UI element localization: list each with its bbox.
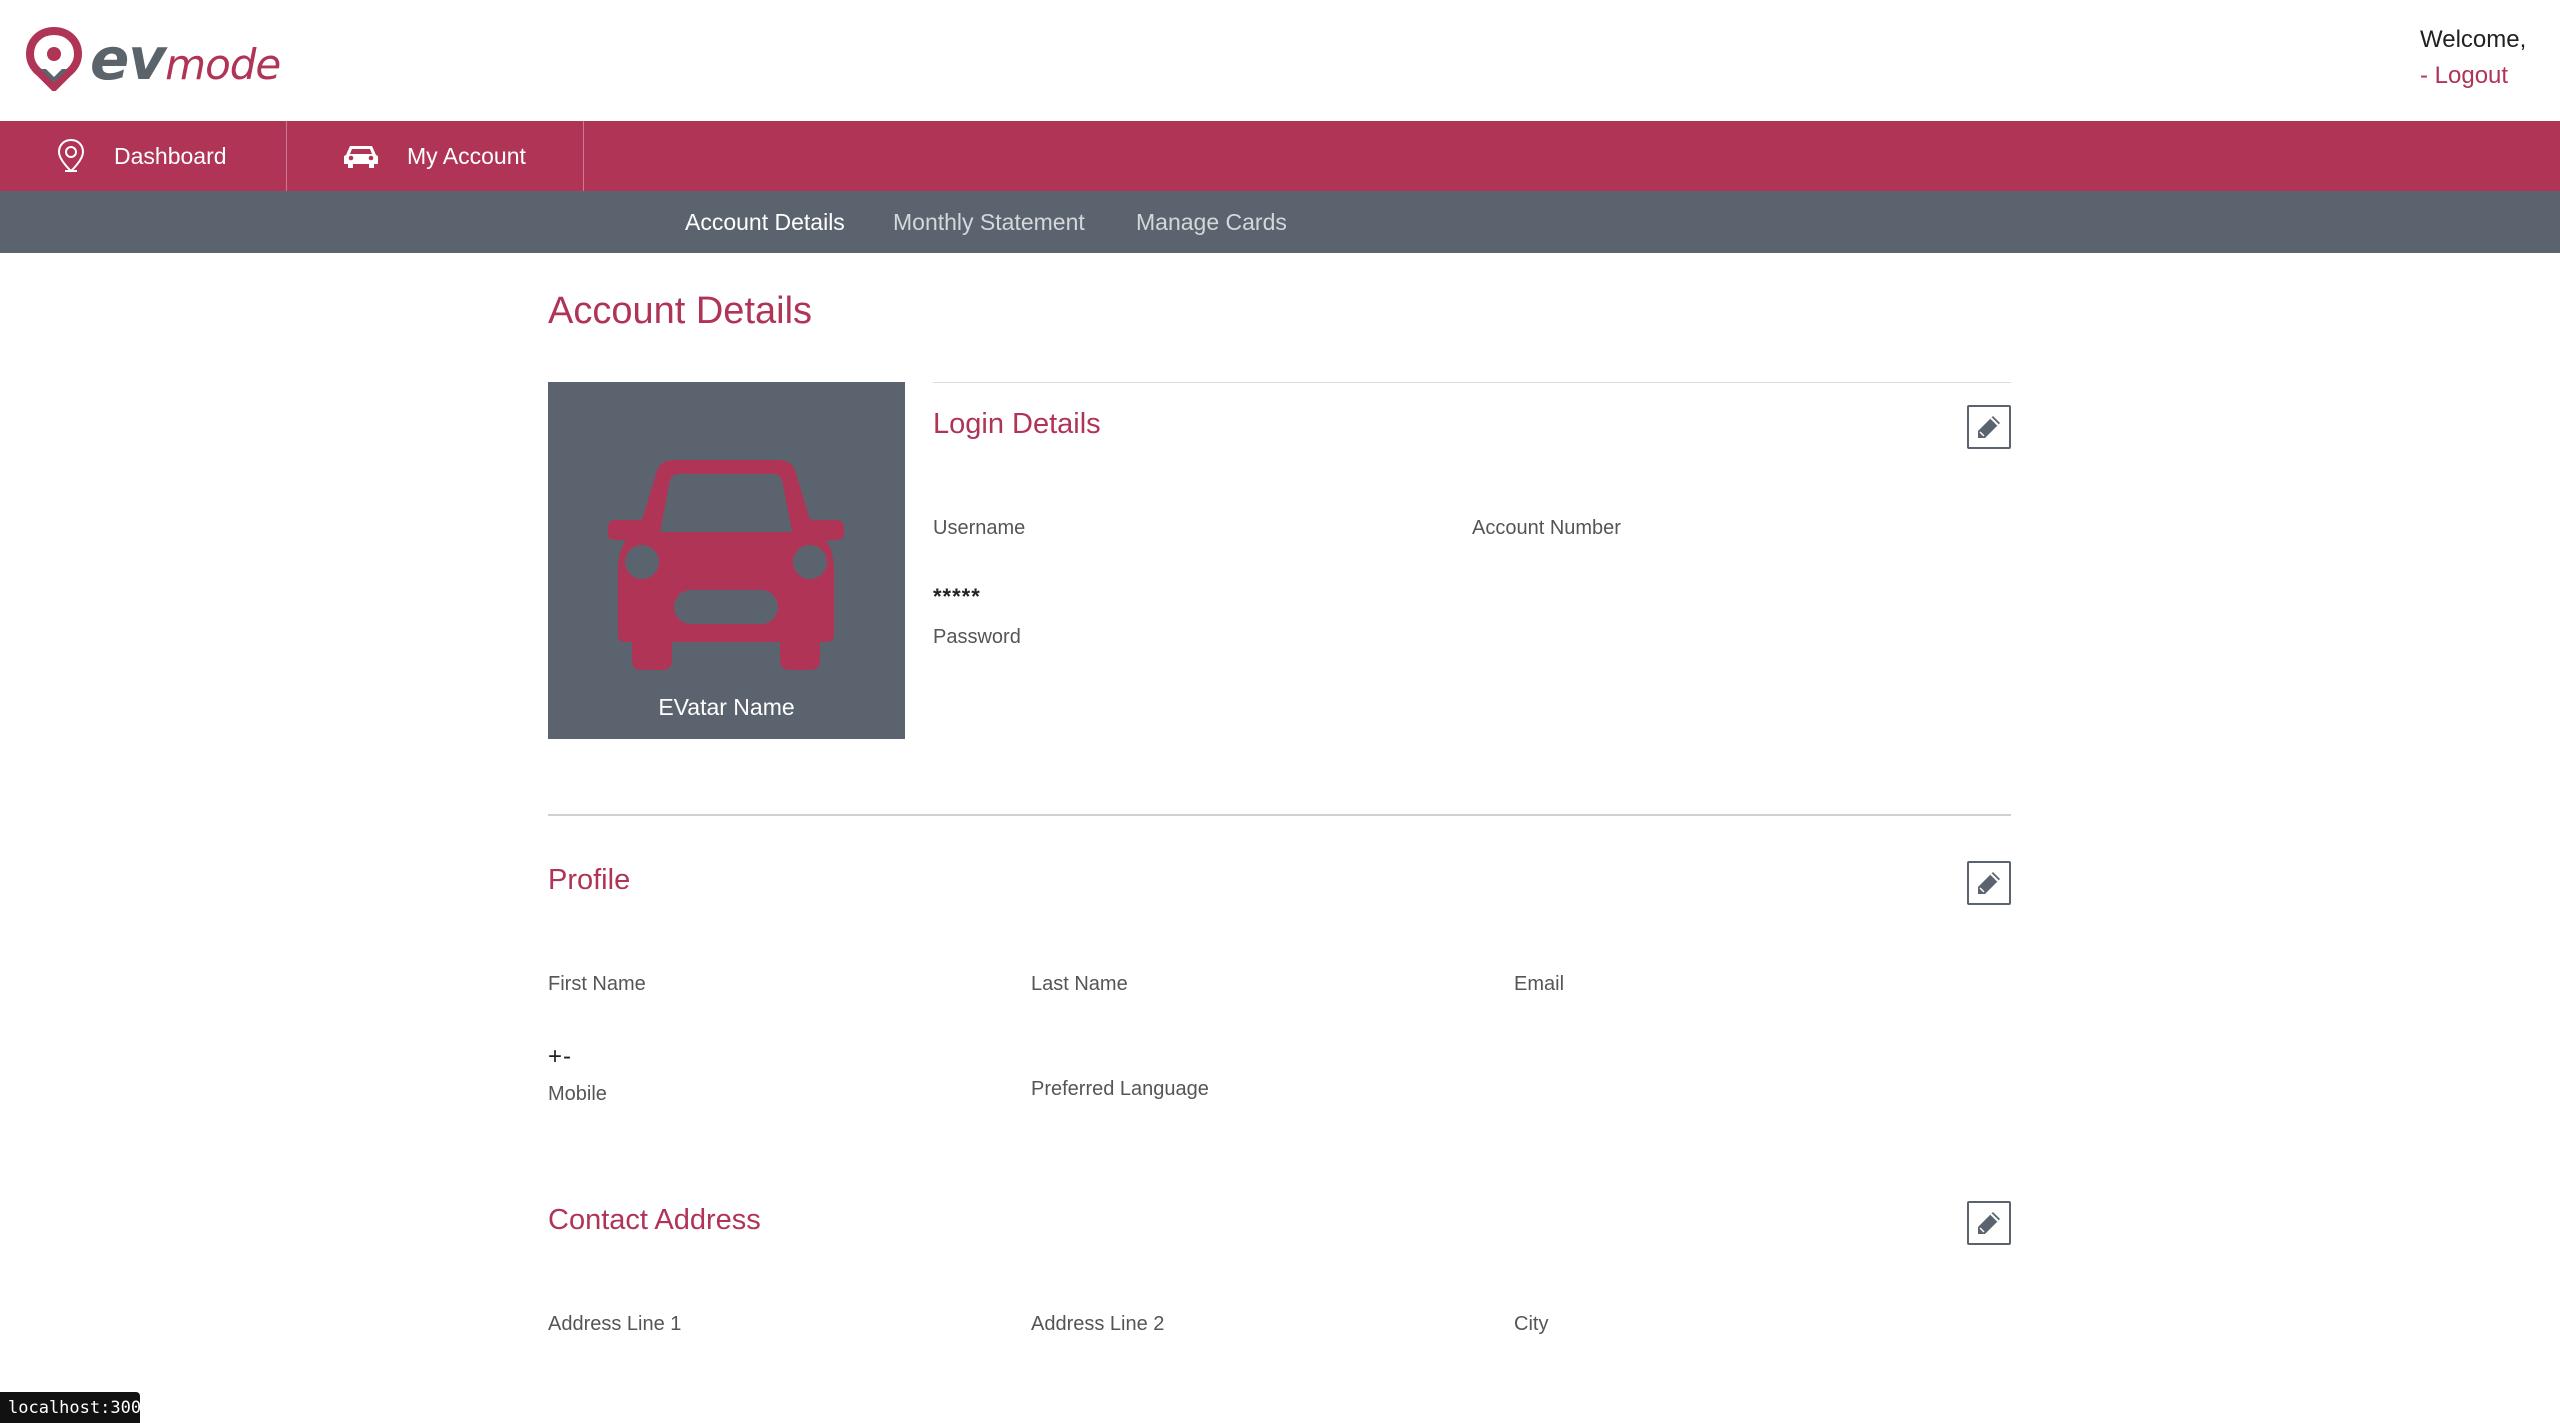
edit-profile-button[interactable] [1967,861,2011,905]
account-number-label: Account Number [1472,517,1621,539]
city-label: City [1514,1313,1549,1335]
page-title: Account Details [548,290,813,332]
car-icon [343,142,379,170]
pencil-icon [1978,416,2000,438]
preferred-language-label: Preferred Language [1031,1078,1209,1100]
profile-title: Profile [548,864,631,896]
pencil-icon [1978,1212,2000,1234]
address-line-1-label: Address Line 1 [548,1313,682,1335]
evatar-card: EVatar Name [548,382,905,739]
evatar-car-icon [608,460,844,670]
nav-my-account[interactable]: My Account [287,121,584,191]
tab-monthly-statement[interactable]: Monthly Statement [893,209,1085,236]
sub-nav: Account Details Monthly Statement Manage… [0,191,2560,253]
password-value: ***** [933,584,981,609]
main-nav: Dashboard My Account [0,121,2560,191]
tab-manage-cards[interactable]: Manage Cards [1136,209,1287,236]
tab-account-details[interactable]: Account Details [685,209,845,236]
nav-dashboard-label: Dashboard [114,142,227,169]
mobile-label: Mobile [548,1083,607,1105]
address-line-2-label: Address Line 2 [1031,1313,1165,1335]
edit-login-button[interactable] [1967,405,2011,449]
email-label: Email [1514,973,1565,995]
browser-status-url: localhost:3000 [0,1392,151,1423]
password-label: Password [933,626,1021,648]
divider [933,382,2011,383]
pencil-icon [1978,872,2000,894]
first-name-label: First Name [548,973,646,995]
logo-wordmark: evmode [90,25,281,93]
edit-contact-address-button[interactable] [1967,1201,2011,1245]
divider [548,814,2011,816]
welcome-area: Welcome, - Logout [2420,26,2530,90]
nav-dashboard[interactable]: Dashboard [0,121,287,191]
map-pin-icon [56,138,86,174]
location-pin-logo-icon [26,27,82,91]
evatar-name: EVatar Name [658,694,795,720]
logout-link[interactable]: - Logout [2420,62,2530,90]
app-header: evmode Welcome, - Logout [0,0,2560,121]
welcome-text: Welcome, [2420,26,2527,53]
last-name-label: Last Name [1031,973,1128,995]
mobile-value: +- [548,1043,573,1070]
login-details-title: Login Details [933,408,1101,440]
contact-address-title: Contact Address [548,1204,761,1236]
nav-my-account-label: My Account [407,142,526,169]
username-label: Username [933,517,1026,539]
evmode-logo[interactable]: evmode [26,24,286,94]
